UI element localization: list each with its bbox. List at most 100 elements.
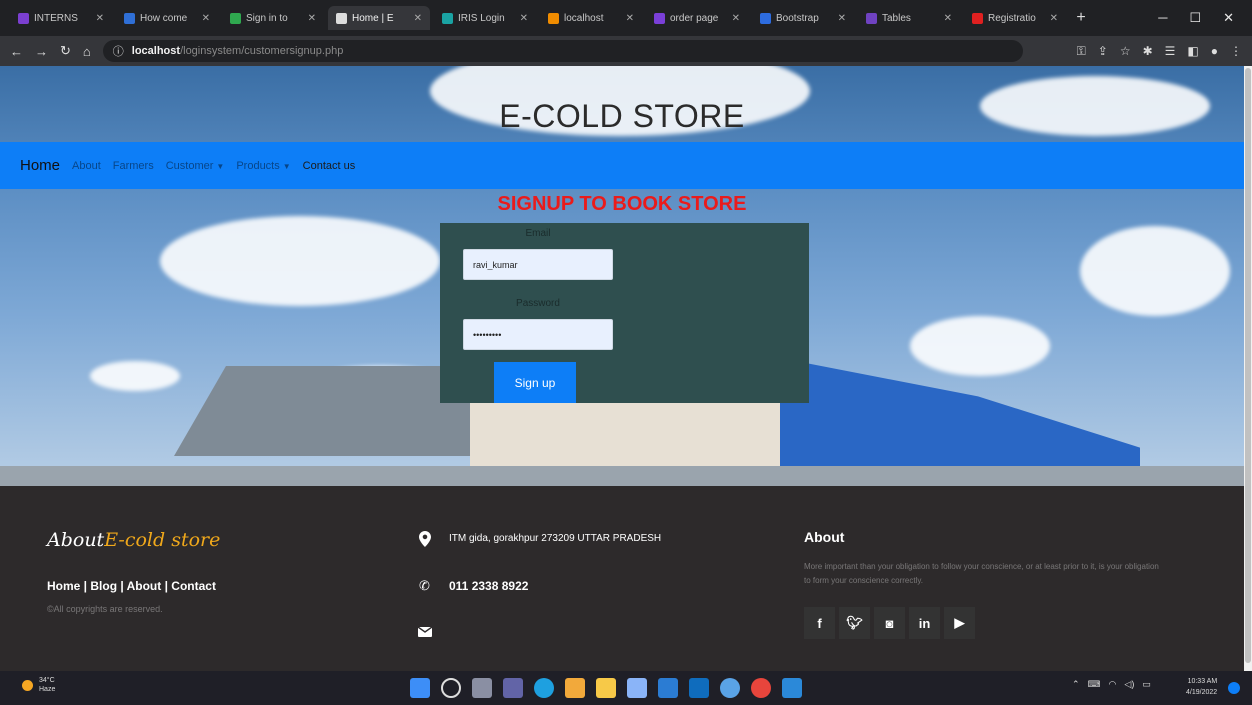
- tab-strip: INTERNS ✕ How come ✕ Sign in to ✕ Home | E ✕ IRI…: [10, 6, 1066, 30]
- nav-customer[interactable]: Customer ▼: [166, 160, 225, 172]
- volume-icon[interactable]: ◁): [1124, 679, 1134, 690]
- copyright-text: ©All copyrights are reserved.: [47, 604, 163, 614]
- app-icon[interactable]: [720, 678, 740, 698]
- new-tab-button[interactable]: +: [1070, 9, 1092, 27]
- star-icon[interactable]: ☆: [1120, 44, 1131, 59]
- taskbar-clock[interactable]: 10:33 AM 4/19/2022: [1186, 676, 1217, 698]
- cloud: [90, 361, 180, 391]
- social-links: f 🐦︎ ◙ in ▶: [804, 607, 975, 639]
- taskbar-apps: [410, 678, 802, 698]
- password-input[interactable]: [463, 319, 613, 350]
- reload-icon[interactable]: ↻: [60, 43, 71, 59]
- linkedin-icon[interactable]: in: [909, 607, 940, 639]
- store-icon[interactable]: [627, 678, 647, 698]
- youtube-icon[interactable]: ▶: [944, 607, 975, 639]
- home-icon[interactable]: ⌂: [83, 44, 91, 59]
- tab-favicon-icon: [336, 12, 347, 24]
- instagram-icon[interactable]: ◙: [874, 607, 905, 639]
- clock-time: 10:33 AM: [1187, 678, 1218, 685]
- browser-tab[interactable]: Tables ✕: [858, 6, 960, 30]
- vscode-icon[interactable]: [782, 678, 802, 698]
- share-icon[interactable]: ⇪: [1098, 44, 1108, 59]
- window-controls: ─ ☐ ✕: [1158, 10, 1242, 26]
- battery-icon[interactable]: ▭: [1142, 679, 1151, 690]
- browser-tab[interactable]: order page ✕: [646, 6, 748, 30]
- tab-close-icon[interactable]: ✕: [626, 13, 634, 24]
- teams-icon[interactable]: [503, 678, 523, 698]
- tab-close-icon[interactable]: ✕: [520, 13, 528, 24]
- reading-list-icon[interactable]: ☰: [1165, 44, 1176, 59]
- tab-close-icon[interactable]: ✕: [944, 13, 952, 24]
- browser-tab[interactable]: IRIS Login ✕: [434, 6, 536, 30]
- footer-phone: 011 2338 8922: [449, 578, 529, 593]
- browser-tab[interactable]: Sign in to ✕: [222, 6, 324, 30]
- edge-icon[interactable]: [534, 678, 554, 698]
- page-scrollbar[interactable]: [1244, 66, 1252, 671]
- nav-about[interactable]: About: [72, 160, 101, 172]
- tab-close-icon[interactable]: ✕: [732, 13, 740, 24]
- tab-close-icon[interactable]: ✕: [414, 13, 422, 24]
- nav-home[interactable]: Home: [20, 157, 60, 174]
- key-icon[interactable]: ⚿: [1077, 44, 1086, 59]
- browser-tab-bar: INTERNS ✕ How come ✕ Sign in to ✕ Home | E ✕ IRI…: [0, 0, 1252, 36]
- start-icon[interactable]: [410, 678, 430, 698]
- tab-close-icon[interactable]: ✕: [96, 13, 104, 24]
- menu-icon[interactable]: ⋮: [1230, 44, 1242, 59]
- file-explorer-icon[interactable]: [596, 678, 616, 698]
- signup-button[interactable]: Sign up: [494, 362, 576, 403]
- twitter-icon[interactable]: 🐦︎: [839, 607, 870, 639]
- dropdown-caret-icon: ▼: [216, 161, 225, 171]
- tab-close-icon[interactable]: ✕: [1050, 13, 1058, 24]
- weather-text: 34°C Haze: [39, 676, 55, 694]
- keyboard-icon[interactable]: ⌨: [1088, 679, 1101, 690]
- nav-customer-label: Customer: [165, 159, 214, 172]
- nav-farmers[interactable]: Farmers: [113, 160, 154, 172]
- tab-label: localhost: [564, 12, 604, 24]
- site-title: E-COLD STORE: [499, 98, 745, 134]
- info-icon[interactable]: ⓘ: [113, 43, 124, 59]
- office-icon[interactable]: [565, 678, 585, 698]
- browser-tab[interactable]: localhost ✕: [540, 6, 642, 30]
- browser-tab[interactable]: Registratio ✕: [964, 6, 1066, 30]
- browser-tab[interactable]: Bootstrap ✕: [752, 6, 854, 30]
- browser-tab[interactable]: INTERNS ✕: [10, 6, 112, 30]
- tab-favicon-icon: [442, 12, 453, 24]
- facebook-icon[interactable]: f: [804, 607, 835, 639]
- url-bar[interactable]: ⓘ localhost/loginsystem/customersignup.p…: [102, 40, 1023, 62]
- browser-tab[interactable]: How come ✕: [116, 6, 218, 30]
- sidebar-icon[interactable]: ◧: [1187, 44, 1198, 59]
- close-window-icon[interactable]: ✕: [1223, 10, 1234, 26]
- mail-icon[interactable]: [689, 678, 709, 698]
- nav-contact[interactable]: Contact us: [303, 160, 356, 172]
- linkedin-app-icon[interactable]: [658, 678, 678, 698]
- footer-links[interactable]: Home | Blog | About | Contact: [47, 579, 216, 593]
- tab-favicon-icon: [972, 12, 983, 24]
- email-input[interactable]: [463, 249, 613, 280]
- minimize-icon[interactable]: ─: [1158, 10, 1167, 26]
- tab-close-icon[interactable]: ✕: [202, 13, 210, 24]
- wifi-icon[interactable]: ◠: [1109, 679, 1117, 690]
- extensions-icon[interactable]: ✱: [1143, 44, 1153, 59]
- tab-label: order page: [670, 12, 719, 24]
- footer-address: ITM gida, gorakhpur 273209 UTTAR PRADESH: [449, 533, 662, 544]
- maximize-icon[interactable]: ☐: [1189, 10, 1201, 26]
- browser-tab[interactable]: Home | E ✕: [328, 6, 430, 30]
- footer-about-heading: About: [804, 529, 845, 545]
- location-pin-icon: [416, 530, 433, 547]
- chevron-up-icon[interactable]: ⌃: [1072, 679, 1080, 690]
- task-view-icon[interactable]: [472, 678, 492, 698]
- weather-temp: 34°C: [39, 677, 55, 684]
- notification-icon[interactable]: [1228, 682, 1240, 694]
- nav-products[interactable]: Products ▼: [236, 160, 290, 172]
- tab-close-icon[interactable]: ✕: [308, 13, 316, 24]
- tab-close-icon[interactable]: ✕: [838, 13, 846, 24]
- scrollbar-thumb[interactable]: [1245, 68, 1251, 663]
- weather-widget[interactable]: 34°C Haze: [22, 676, 55, 694]
- phone-icon: ✆: [419, 577, 430, 593]
- back-icon[interactable]: ←: [10, 44, 23, 59]
- search-icon[interactable]: [441, 678, 461, 698]
- chrome-icon[interactable]: [751, 678, 771, 698]
- profile-icon[interactable]: ●: [1211, 44, 1218, 59]
- forward-icon[interactable]: →: [35, 44, 48, 59]
- tab-label: Home | E: [352, 12, 394, 24]
